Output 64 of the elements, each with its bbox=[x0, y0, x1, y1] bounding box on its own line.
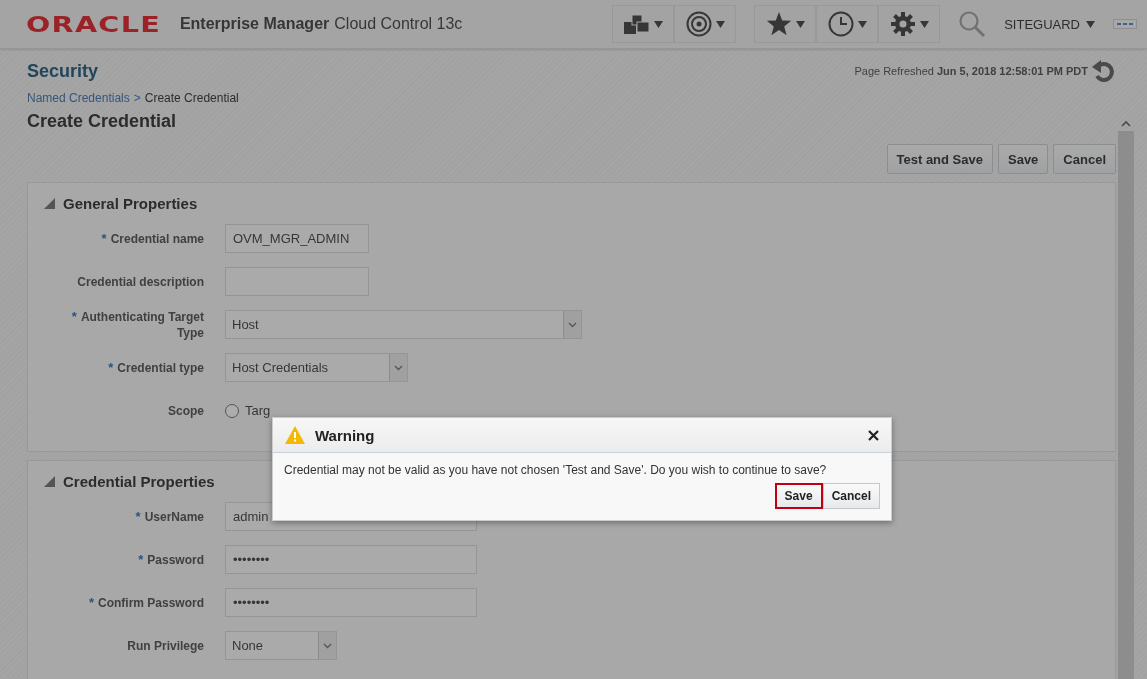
caret-icon bbox=[653, 20, 663, 28]
dialog-message: Credential may not be valid as you have not chosen 'Test and Save'. Do you wish to continue to save? bbox=[283, 462, 828, 479]
targets-menu-button[interactable] bbox=[612, 5, 675, 43]
chevron-down-icon bbox=[323, 642, 332, 649]
dialog-button[interactable]: Save bbox=[774, 483, 823, 509]
page-title: Security bbox=[27, 60, 99, 82]
scroll-up-icon[interactable] bbox=[1121, 120, 1131, 127]
collapse-triangle-icon[interactable] bbox=[44, 198, 55, 209]
field-label: * UserName bbox=[134, 508, 204, 525]
breadcrumb-link[interactable]: Named Credentials bbox=[27, 91, 130, 105]
settings-menu-button[interactable] bbox=[878, 5, 941, 43]
chevron-down-icon bbox=[568, 321, 577, 328]
search-icon[interactable] bbox=[958, 10, 987, 38]
radio-label: Targ bbox=[245, 403, 271, 418]
favorites-menu-button[interactable] bbox=[754, 5, 817, 43]
caret-icon bbox=[715, 20, 725, 28]
settings-icon bbox=[889, 11, 916, 37]
warning-icon bbox=[285, 426, 305, 444]
field-label: * Authenticating Target Type bbox=[70, 308, 204, 341]
page-heading: Create Credential bbox=[27, 111, 178, 132]
stacked-boxes-icon bbox=[623, 13, 650, 35]
user-menu-button[interactable]: SITEGUARD bbox=[1004, 16, 1095, 32]
product-name: Enterprise Manager bbox=[179, 15, 330, 33]
field-label: * Credential name bbox=[100, 230, 204, 247]
refresh-icon[interactable] bbox=[1092, 59, 1116, 83]
dialog-title: Warning bbox=[315, 426, 375, 444]
caret-icon bbox=[795, 20, 805, 28]
scrollbar-thumb[interactable] bbox=[1118, 131, 1134, 679]
field-label: Run Privilege bbox=[126, 637, 204, 654]
chevron-down-icon bbox=[394, 364, 403, 371]
product-edition: Cloud Control 13c bbox=[334, 15, 463, 33]
star-icon bbox=[765, 12, 792, 36]
oracle-logo: ORACLE bbox=[26, 11, 162, 37]
dropdown[interactable]: None bbox=[225, 631, 337, 660]
field-label: Credential description bbox=[76, 273, 204, 290]
caret-icon bbox=[857, 20, 867, 28]
section-title: General Properties bbox=[63, 195, 198, 212]
field-label: * Credential type bbox=[107, 359, 204, 376]
refresh-status: Page Refreshed Jun 5, 2018 12:58:01 PM PDT bbox=[854, 65, 1088, 77]
field-label: * Confirm Password bbox=[87, 594, 204, 611]
target-icon bbox=[685, 11, 712, 37]
close-button[interactable] bbox=[868, 429, 879, 441]
action-button[interactable]: Test and Save bbox=[886, 144, 993, 174]
action-button[interactable]: Cancel bbox=[1053, 144, 1116, 174]
caret-icon bbox=[919, 20, 929, 28]
action-button[interactable]: Save bbox=[998, 144, 1049, 174]
field-label: * Password bbox=[137, 551, 204, 568]
password-field[interactable]: •••••••• bbox=[225, 545, 477, 574]
caret-icon bbox=[1086, 20, 1095, 28]
input-field[interactable]: OVM_MGR_ADMIN bbox=[225, 224, 369, 253]
password-field[interactable]: •••••••• bbox=[225, 588, 477, 617]
more-icon[interactable] bbox=[1113, 19, 1137, 29]
breadcrumb-separator: > bbox=[133, 91, 141, 105]
dropdown[interactable]: Host bbox=[225, 310, 582, 339]
section-title: Credential Properties bbox=[63, 473, 215, 490]
collapse-triangle-icon[interactable] bbox=[44, 476, 55, 487]
radio-button[interactable] bbox=[225, 403, 239, 418]
target-menu-button[interactable] bbox=[674, 5, 737, 43]
dialog-button[interactable]: Cancel bbox=[822, 483, 880, 509]
clock-icon bbox=[827, 11, 854, 37]
field-label: Scope bbox=[167, 402, 204, 419]
history-menu-button[interactable] bbox=[816, 5, 879, 43]
breadcrumb-current: Create Credential bbox=[144, 91, 239, 105]
dropdown[interactable]: Host Credentials bbox=[225, 353, 408, 382]
